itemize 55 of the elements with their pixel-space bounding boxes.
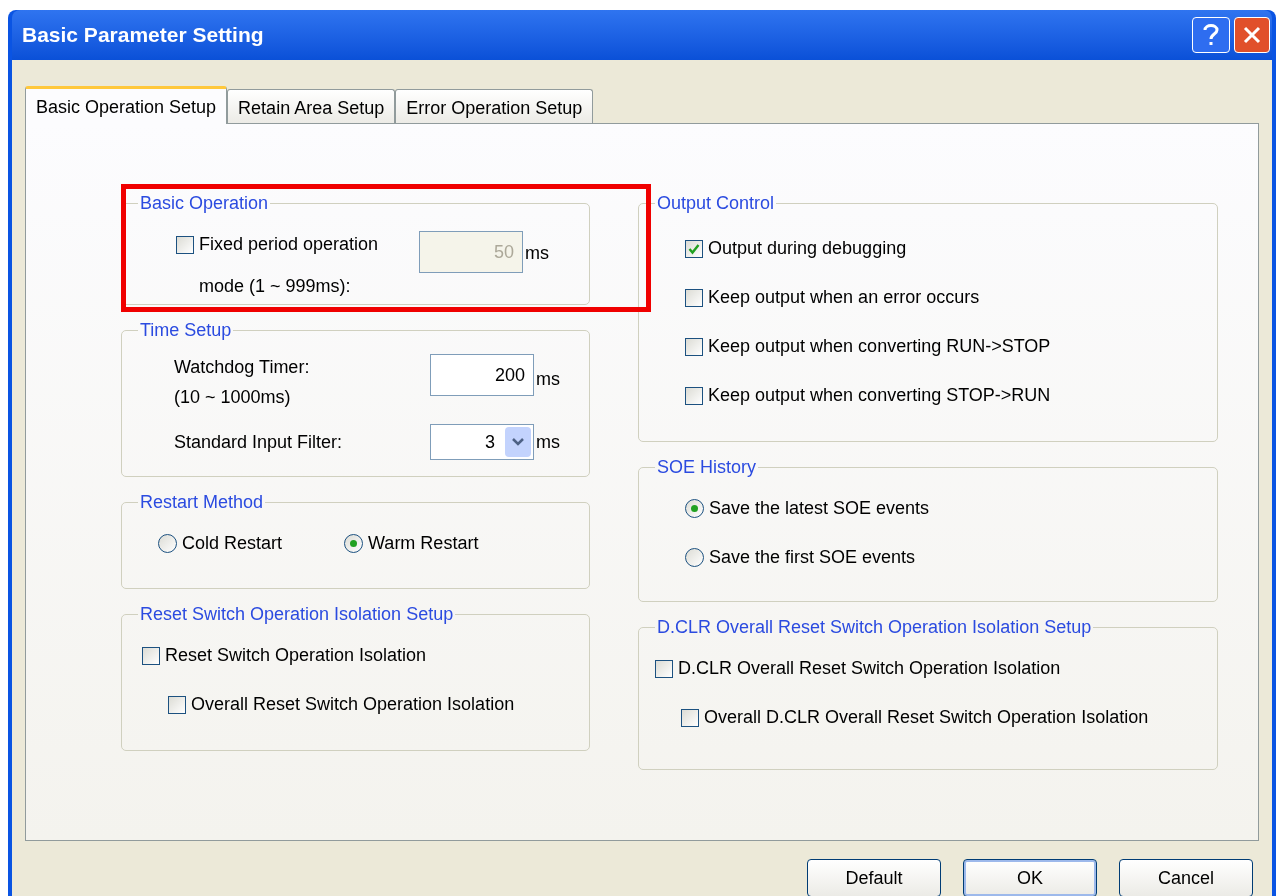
group-title: Time Setup	[139, 319, 233, 342]
group-title: Restart Method	[139, 491, 265, 514]
help-button[interactable]	[1192, 17, 1230, 53]
chevron-down-icon	[511, 437, 525, 447]
checkbox[interactable]	[685, 288, 703, 307]
dropdown-value: 3	[485, 430, 496, 454]
dropdown-arrow-button[interactable]	[505, 427, 531, 457]
checkmark-icon	[688, 242, 700, 255]
checkbox[interactable]	[142, 646, 160, 665]
close-button[interactable]	[1234, 17, 1270, 53]
radio-button[interactable]	[685, 499, 704, 518]
radio-label: Save the first SOE events	[709, 546, 916, 569]
field-label: Watchdog Timer:	[174, 356, 311, 379]
checkbox-label: Keep output when an error occurs	[708, 286, 980, 309]
dialog-button[interactable]: OK	[963, 859, 1097, 896]
checkbox-label: Reset Switch Operation Isolation	[165, 644, 427, 667]
unit-label: ms	[536, 368, 560, 391]
tab[interactable]: Basic Operation Setup	[25, 86, 228, 124]
checkbox-label: Fixed period operation mode (1 ~ 999ms):	[199, 233, 380, 298]
dropdown[interactable]: 3	[430, 424, 534, 460]
unit-label: ms	[525, 242, 549, 265]
group-title: Output Control	[656, 192, 776, 215]
window-title: Basic Parameter Setting	[22, 22, 264, 49]
checkbox-label: Output during debugging	[708, 237, 907, 260]
dialog-button[interactable]: Cancel	[1119, 859, 1253, 896]
range-hint: (10 ~ 1000ms)	[174, 386, 292, 409]
dialog-button[interactable]: Default	[807, 859, 941, 896]
group-title: D.CLR Overall Reset Switch Operation Isolation Setup	[656, 616, 1093, 639]
group-title: Basic Operation	[139, 192, 270, 215]
tab[interactable]: Retain Area Setup	[227, 89, 396, 123]
radio-button[interactable]	[158, 534, 177, 553]
checkbox[interactable]	[168, 695, 186, 714]
field-label: Standard Input Filter:	[174, 430, 344, 454]
close-icon	[1242, 25, 1262, 45]
checkbox-label: Keep output when converting RUN->STOP	[708, 335, 1051, 358]
question-mark-icon	[1203, 23, 1219, 47]
radio-label: Warm Restart	[368, 532, 479, 555]
tab[interactable]: Error Operation Setup	[395, 89, 594, 123]
radio-label: Cold Restart	[182, 532, 283, 555]
checkbox-label: D.CLR Overall Reset Switch Operation Isolation	[678, 657, 1061, 680]
radio-button[interactable]	[344, 534, 364, 553]
checkbox[interactable]	[681, 708, 699, 727]
group-title: SOE History	[656, 456, 758, 479]
checkbox[interactable]	[685, 239, 703, 258]
radio-label: Save the latest SOE events	[709, 497, 930, 520]
checkbox[interactable]	[655, 659, 673, 678]
unit-label: ms	[536, 430, 560, 454]
number-field[interactable]: 200	[430, 354, 534, 396]
checkbox-label: Keep output when converting STOP->RUN	[708, 384, 1051, 407]
checkbox-label: Overall Reset Switch Operation Isolation	[191, 693, 515, 716]
checkbox[interactable]	[685, 386, 703, 405]
group-title: Reset Switch Operation Isolation Setup	[139, 603, 455, 626]
checkbox-label: Overall D.CLR Overall Reset Switch Operation Isolation	[704, 706, 1149, 729]
radio-button[interactable]	[685, 548, 704, 567]
checkbox[interactable]	[685, 337, 703, 356]
